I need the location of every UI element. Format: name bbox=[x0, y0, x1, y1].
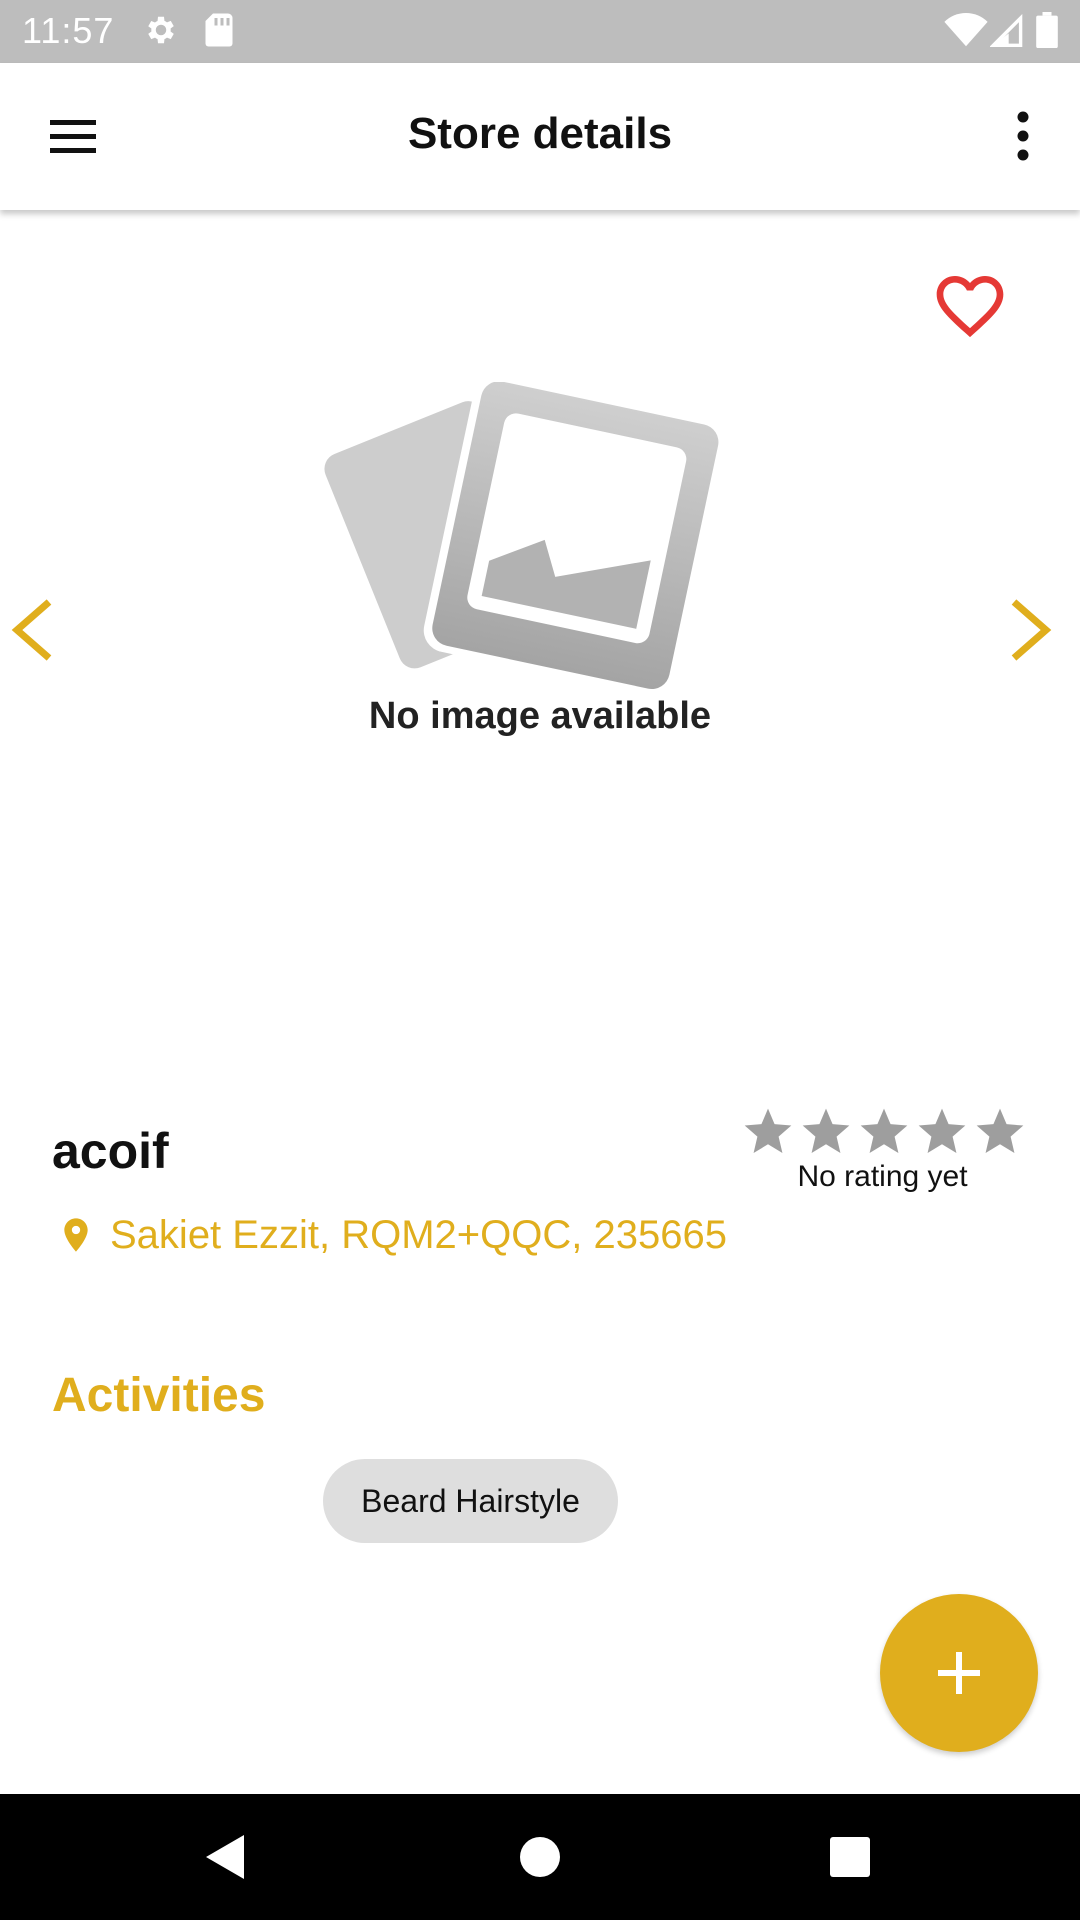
activity-chip[interactable]: Beard Hairstyle bbox=[323, 1459, 618, 1543]
battery-icon bbox=[1036, 12, 1058, 53]
no-image-placeholder bbox=[315, 372, 745, 697]
home-circle-icon bbox=[520, 1837, 560, 1877]
status-time: 11:57 bbox=[22, 10, 115, 51]
chevron-left-icon bbox=[11, 599, 52, 661]
more-options-button[interactable] bbox=[990, 103, 1056, 169]
rating-status-text: No rating yet bbox=[797, 1160, 968, 1193]
activities-heading: Activities bbox=[52, 1369, 266, 1422]
store-address-row[interactable]: Sakiet Ezzit, RQM2+QQC, 235665 bbox=[56, 1210, 727, 1260]
add-button[interactable] bbox=[880, 1594, 1038, 1752]
more-vert-icon bbox=[1017, 111, 1029, 161]
page-title: Store details bbox=[407, 109, 673, 158]
nav-back-button[interactable] bbox=[196, 1827, 256, 1887]
image-placeholder-icon bbox=[324, 372, 728, 697]
no-image-caption: No image available bbox=[368, 695, 712, 737]
store-name: acoif bbox=[52, 1123, 169, 1179]
star-icon bbox=[802, 1108, 850, 1153]
status-bar: 11:57 bbox=[0, 0, 1080, 63]
location-pin-icon bbox=[64, 1218, 88, 1252]
store-address: Sakiet Ezzit, RQM2+QQC, 235665 bbox=[110, 1212, 727, 1257]
previous-image-button[interactable] bbox=[5, 590, 75, 670]
cell-signal-icon bbox=[989, 12, 1024, 53]
nav-home-button[interactable] bbox=[510, 1827, 570, 1887]
star-icon bbox=[744, 1108, 792, 1153]
system-nav-bar bbox=[0, 1794, 1080, 1920]
rating-stars[interactable] bbox=[740, 1104, 1028, 1160]
favorite-button[interactable] bbox=[930, 266, 1010, 346]
sd-card-icon bbox=[204, 12, 234, 53]
app-bar: Store details bbox=[0, 63, 1080, 210]
heart-outline-icon bbox=[936, 276, 1004, 338]
nav-recents-button[interactable] bbox=[820, 1827, 880, 1887]
star-icon bbox=[976, 1108, 1024, 1153]
star-icon bbox=[860, 1108, 908, 1153]
wifi-icon bbox=[944, 12, 988, 53]
recents-square-icon bbox=[830, 1837, 870, 1877]
next-image-button[interactable] bbox=[1000, 590, 1070, 670]
plus-icon bbox=[938, 1652, 980, 1694]
back-triangle-icon bbox=[206, 1835, 244, 1879]
settings-icon bbox=[143, 12, 179, 53]
chevron-right-icon bbox=[1011, 599, 1052, 661]
star-icon bbox=[918, 1108, 966, 1153]
